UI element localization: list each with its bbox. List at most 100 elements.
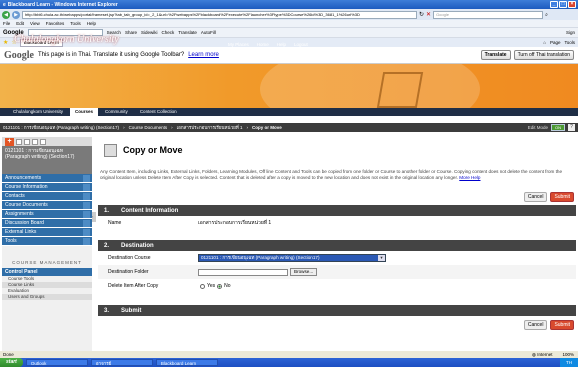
url-input[interactable]: http://bbl6.chula.ac.th/webapps/portal/f… — [22, 10, 417, 19]
new-window-icon[interactable] — [40, 138, 46, 145]
tab-university[interactable]: Chulalongkorn University — [8, 108, 68, 116]
status-bar: Done ◍ Internet 100% — [0, 351, 578, 358]
arrow-icon — [83, 228, 90, 236]
google-translate-button[interactable]: Translate — [178, 30, 197, 35]
blackboard-banner — [0, 64, 578, 110]
stop-icon[interactable]: ✕ — [426, 11, 431, 18]
browse-button[interactable]: Browse... — [290, 268, 318, 276]
refresh-icon[interactable]: ↻ — [419, 11, 424, 18]
taskbar-item-outlook[interactable]: Outlook — [25, 359, 88, 366]
destination-course-row: Destination Course 0121101 : การเขียนอนุ… — [98, 251, 576, 265]
destination-folder-input[interactable] — [198, 268, 288, 276]
name-row: Name เอกสารประกอบการเรียนหน่วยที่ 1 — [98, 216, 576, 230]
home-icon[interactable]: ⌂ — [543, 40, 546, 45]
sidebar-item-tools[interactable]: Tools — [2, 237, 92, 246]
breadcrumb: 0121101 : การเขียนอนุเฉท (Paragraph writ… — [0, 123, 578, 132]
delete-after-copy-label: Delete Item After Copy — [108, 283, 159, 289]
chevron-down-icon: ▾ — [378, 255, 385, 261]
google-share-button[interactable]: Share — [125, 30, 137, 35]
banner-decoration — [260, 64, 480, 110]
bottom-actions: Cancel Submit — [98, 316, 576, 334]
arrow-icon — [83, 183, 90, 191]
arrow-icon — [83, 219, 90, 227]
name-label: Name — [108, 220, 122, 226]
delete-no-radio[interactable] — [217, 283, 223, 289]
google-check-button[interactable]: Check — [161, 30, 174, 35]
zoom-level[interactable]: 100% — [562, 352, 574, 358]
arrow-icon — [83, 192, 90, 200]
breadcrumb-folder[interactable]: เอกสารประกอบการเรียนหน่วยที่ 1 — [177, 124, 243, 131]
menu-tools[interactable]: Tools — [70, 21, 81, 26]
globe-icon: ◍ — [532, 351, 536, 357]
taskbar-item-ie[interactable]: Blackboard Learn — [155, 359, 218, 366]
close-button[interactable]: × — [568, 1, 576, 8]
step-destination: 2. Destination — [98, 240, 576, 251]
breadcrumb-course[interactable]: 0121101 : การเขียนอนุเฉท (Paragraph writ… — [3, 124, 119, 131]
university-logo-text: Chulalongkorn University — [14, 34, 119, 45]
help-link[interactable]: Help — [277, 42, 286, 47]
taskbar-item-folder[interactable]: อาจารย์ — [90, 359, 153, 366]
tab-community[interactable]: Community — [100, 108, 133, 116]
search-icon[interactable]: ⌕ — [545, 12, 548, 18]
cancel-button-top[interactable]: Cancel — [523, 192, 548, 202]
google-sign-in[interactable]: Sign — [566, 30, 578, 35]
edit-mode-toggle[interactable]: ON — [551, 124, 565, 131]
breadcrumb-current: Copy or Move — [252, 125, 282, 130]
submit-button-top[interactable]: Submit — [550, 192, 574, 202]
control-panel-users-groups[interactable]: Users and Groups — [2, 294, 92, 300]
start-button[interactable]: start — [0, 358, 23, 367]
add-menu-item-button[interactable]: + — [5, 137, 14, 146]
minimize-button[interactable]: _ — [550, 1, 558, 8]
back-button[interactable]: ◀ — [2, 10, 10, 19]
google-sidewiki-button[interactable]: Sidewiki — [141, 30, 158, 35]
menu-help[interactable]: Help — [87, 21, 96, 26]
browser-search-input[interactable]: Google — [433, 10, 544, 19]
google-autofill-button[interactable]: AutoFill — [201, 30, 216, 35]
delete-yes-radio[interactable] — [200, 283, 205, 289]
turn-off-translation-button[interactable]: Turn off Thai translation — [513, 50, 574, 60]
favorites-star-icon[interactable]: ★ — [3, 39, 8, 46]
window-title-bar: e Blackboard Learn - Windows Internet Ex… — [0, 0, 578, 9]
destination-folder-row: Destination Folder Browse... — [98, 265, 576, 279]
cancel-button-bottom[interactable]: Cancel — [523, 320, 548, 330]
home-link[interactable]: Home — [257, 42, 269, 47]
menu-file[interactable]: File — [3, 21, 10, 26]
edit-mode-label: Edit Mode — [527, 125, 548, 130]
help-icon[interactable]: ? — [568, 124, 575, 131]
window-title: Blackboard Learn - Windows Internet Expl… — [7, 1, 118, 8]
submit-button-bottom[interactable]: Submit — [550, 320, 574, 330]
address-bar: ◀ ▶ http://bbl6.chula.ac.th/webapps/port… — [0, 9, 578, 20]
course-title[interactable]: 0121101 : การเขียนอนุเฉท (Paragraph writ… — [2, 146, 92, 174]
control-panel-header[interactable]: Control Panel — [2, 268, 92, 276]
menu-edit[interactable]: Edit — [16, 21, 24, 26]
more-help-link[interactable]: More Help — [459, 175, 480, 180]
tab-content-collection[interactable]: Content Collection — [135, 108, 182, 116]
delete-no-label: No — [224, 283, 231, 289]
page-menu[interactable]: Page — [550, 40, 561, 45]
forward-button[interactable]: ▶ — [12, 10, 20, 19]
folder-view-icon[interactable] — [24, 138, 30, 145]
destination-course-select[interactable]: 0121101 : การเขียนอนุเฉท (Paragraph writ… — [198, 254, 386, 262]
page-header: Copy or Move — [98, 137, 576, 163]
refresh-menu-icon[interactable] — [16, 138, 22, 145]
arrow-icon — [83, 210, 90, 218]
arrow-icon — [83, 201, 90, 209]
status-text: Done — [3, 352, 14, 357]
my-places-link[interactable]: My Places — [228, 42, 249, 47]
destination-folder-label: Destination Folder — [108, 269, 149, 275]
course-menu: + 0121101 : การเขียนอนุเฉท (Paragraph wr… — [2, 137, 92, 351]
logout-link[interactable]: Logout — [294, 42, 308, 47]
translate-button[interactable]: Translate — [480, 50, 511, 60]
list-view-icon[interactable] — [32, 138, 38, 145]
tab-courses[interactable]: Courses — [70, 108, 99, 116]
step-submit: 3. Submit — [98, 305, 576, 316]
menu-view[interactable]: View — [30, 21, 40, 26]
maximize-button[interactable]: □ — [559, 1, 567, 8]
learn-more-link[interactable]: Learn more — [188, 52, 219, 58]
top-links: My Places Home Help Logout — [228, 42, 308, 47]
collapse-menu-handle[interactable]: ‹ — [92, 212, 96, 222]
page-title: Copy or Move — [123, 145, 183, 155]
menu-favorites[interactable]: Favorites — [46, 21, 65, 26]
tools-menu[interactable]: Tools — [564, 40, 575, 45]
breadcrumb-course-documents[interactable]: Course Documents — [129, 125, 168, 130]
